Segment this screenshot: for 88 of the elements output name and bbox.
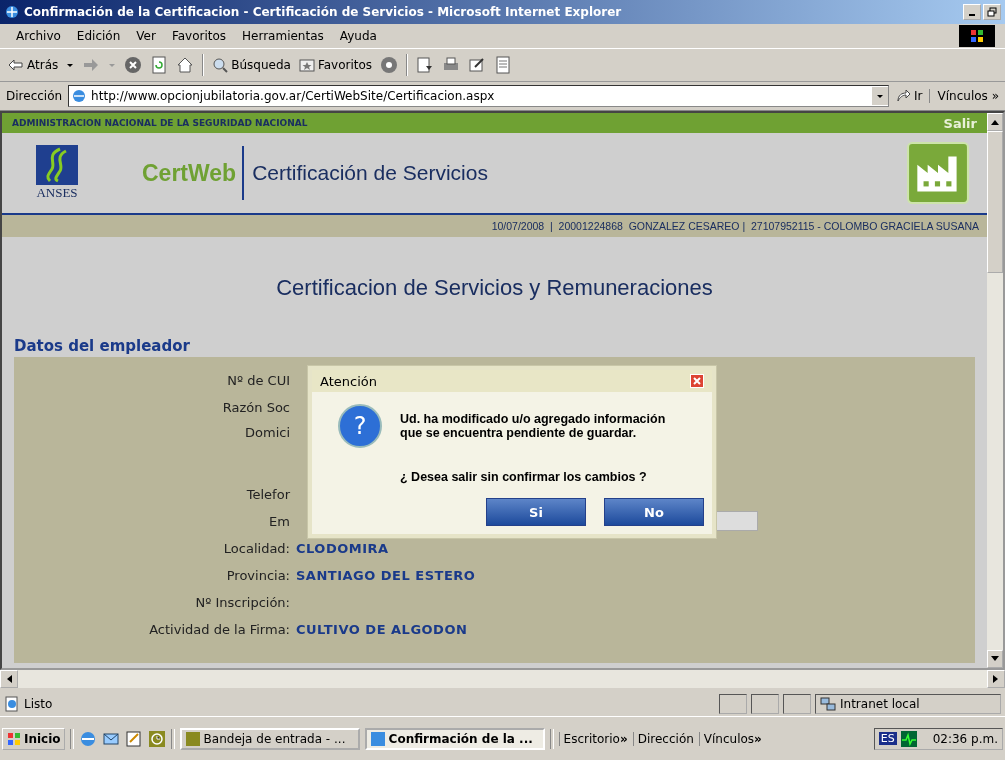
dialog-button[interactable]: Si [486, 498, 586, 526]
search-button[interactable]: Búsqueda [212, 57, 291, 73]
section-title: Datos del empleador [14, 337, 191, 355]
home-icon[interactable] [176, 56, 195, 74]
scroll-down-icon[interactable] [991, 656, 999, 662]
app-icon [369, 730, 386, 747]
logo-text: ANSES [36, 185, 78, 201]
menu-item[interactable]: Archivo [10, 29, 67, 43]
dialog-button[interactable]: No [604, 498, 704, 526]
field-label: Razón Soc [221, 399, 291, 415]
clock: 02:36 p.m. [932, 731, 998, 746]
dialog-message: Ud. ha modificado u/o agregado información que se encuentra pendiente de guardar. [400, 412, 666, 440]
menu-item[interactable]: Edición [70, 29, 127, 43]
address-field[interactable]: http://www.opcionjubilatoria.gov.ar/CertiWebSite/Certificacion.aspx [68, 85, 890, 107]
page-icon [71, 88, 88, 104]
taskbar-toolbar[interactable]: Escritorio» [558, 731, 628, 746]
field-label: Provincia: [225, 567, 291, 583]
status-pane [783, 694, 811, 714]
logo-icon [36, 145, 78, 185]
media-icon[interactable] [380, 56, 399, 74]
browser-icon[interactable] [78, 729, 97, 748]
status-text: Listo [24, 697, 54, 711]
language-indicator[interactable]: ES [878, 732, 897, 745]
question-icon: ? [338, 404, 382, 448]
field-value: CLODOMIRA [296, 540, 389, 556]
field-value: CULTIVO DE ALGODON [296, 621, 468, 637]
stop-icon[interactable] [124, 56, 143, 74]
minimize-icon [969, 13, 975, 16]
menu-item[interactable]: Herramientas [236, 29, 330, 43]
taskbar-button[interactable]: Bandeja de entrada - ... [179, 727, 360, 750]
scroll-right-icon[interactable] [993, 675, 999, 683]
dialog-title: Atención [320, 373, 377, 389]
network-icon [820, 696, 836, 712]
address-label: Dirección [6, 89, 63, 103]
window-title: Confirmación de la Certificacion - Certificación de Servicios - Microsoft Internet Explorer [24, 5, 622, 19]
menu-item[interactable]: Favoritos [165, 29, 233, 43]
refresh-icon[interactable] [150, 56, 169, 74]
document-icon[interactable] [494, 56, 513, 74]
field-label: Nº de CUI [226, 372, 291, 388]
status-pane [719, 694, 747, 714]
taskbar-toolbar[interactable]: Dirección [632, 731, 694, 746]
go-button[interactable]: Ir [895, 88, 923, 104]
zone-text: Intranet local [840, 697, 920, 711]
user-info: 10/07/2008 | 20001224868 GONZALEZ CESAREO | 27107952115 - COLOMBO GRACIELA SUSANA [491, 220, 979, 232]
menu-item[interactable]: Ayuda [333, 29, 383, 43]
taskbar-toolbar[interactable]: Vínculos» [698, 731, 762, 746]
vertical-scrollbar[interactable] [987, 113, 1003, 668]
close-icon[interactable] [690, 374, 704, 388]
go-arrow-icon [895, 88, 912, 104]
page-icon [4, 696, 20, 712]
back-button[interactable]: Atrás [8, 57, 59, 73]
brand-name: CertWeb [142, 146, 245, 200]
browser-icon [4, 4, 20, 20]
factory-icon [907, 142, 969, 204]
app-icon [184, 730, 201, 747]
scroll-up-icon[interactable] [991, 119, 999, 125]
agency-name: ADMINISTRACION NACIONAL DE LA SEGURIDAD NACIONAL [12, 118, 308, 128]
field-label: Nº Inscripción: [194, 594, 291, 610]
dropdown-arrow-icon[interactable] [876, 92, 885, 100]
start-button[interactable]: Inicio [2, 727, 65, 750]
field-label: Domici [244, 425, 291, 440]
search-icon [212, 57, 229, 73]
star-folder-icon [298, 57, 315, 73]
restore-icon [987, 7, 997, 17]
minimize-button[interactable] [963, 4, 981, 20]
favorites-button[interactable]: Favoritos [298, 57, 373, 73]
field-label: Telefor [245, 486, 291, 502]
windows-logo-icon [959, 25, 995, 47]
windows-logo-icon [6, 730, 22, 747]
notepad-icon[interactable] [124, 729, 143, 748]
restore-button[interactable] [983, 4, 1001, 20]
clock-icon[interactable] [147, 729, 166, 748]
dropdown-arrow-icon[interactable] [66, 61, 75, 69]
back-arrow-icon [8, 57, 24, 73]
page-heading: Certificacion de Servicios y Remuneraciones [275, 275, 714, 301]
app-title: Certificación de Servicios [252, 161, 488, 185]
field-label: Em [268, 513, 291, 529]
field-value: SANTIAGO DEL ESTERO [296, 567, 476, 583]
field-label: Localidad: [222, 540, 291, 556]
status-pane [751, 694, 779, 714]
activity-icon[interactable] [900, 730, 917, 747]
dialog-question: ¿ Desea salir sin confirmar los cambios ? [400, 470, 648, 484]
menu-item[interactable]: Ver [130, 29, 162, 43]
links-button[interactable]: Vínculos » [928, 89, 999, 103]
scroll-left-icon[interactable] [6, 675, 12, 683]
field-label: Actividad de la Firma: [148, 621, 291, 637]
taskbar-button[interactable]: Confirmación de la ... [364, 727, 545, 750]
edit-icon[interactable] [468, 56, 487, 74]
